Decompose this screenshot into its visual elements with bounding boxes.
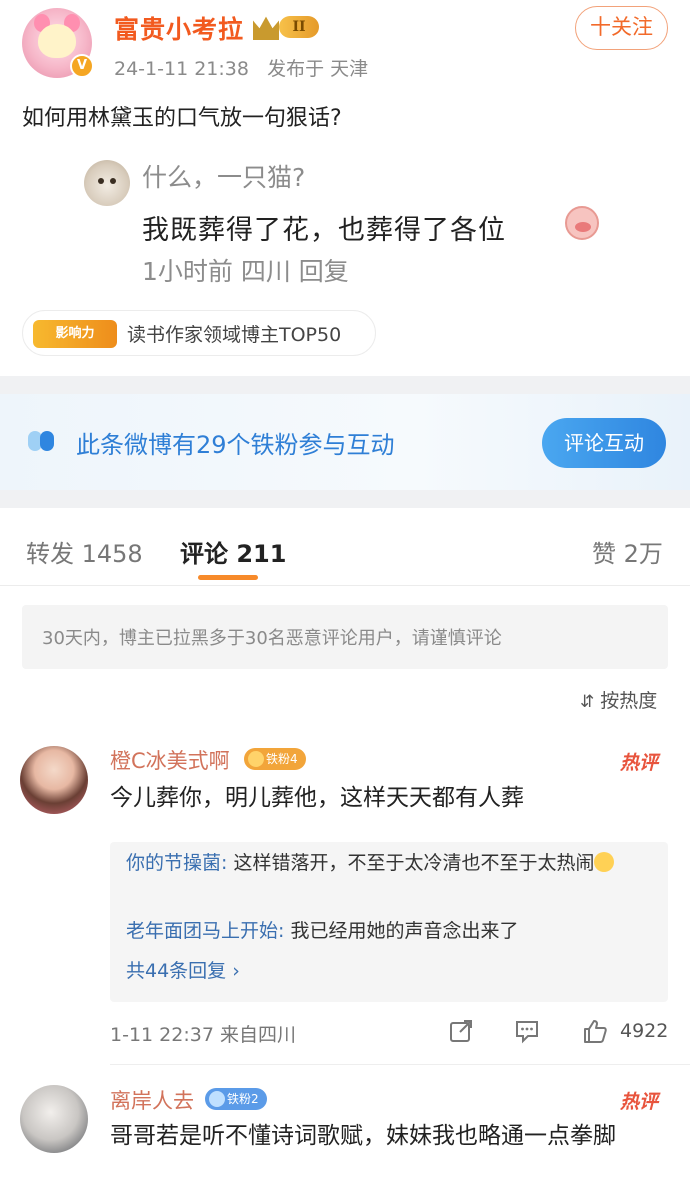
comment-interact-button[interactable]: 评论互动 xyxy=(542,418,666,468)
quoted-user-name[interactable]: 什么，一只猫? xyxy=(142,158,305,194)
grin-emoji-icon xyxy=(594,852,615,872)
influence-text: 读书作家领域博主TOP50 xyxy=(127,324,342,346)
reply-text: 我已经用她的声音念出来了 xyxy=(284,920,519,942)
post-text: 如何用林黛玉的口气放一句狠话? xyxy=(22,106,342,131)
iron-fan-level: 铁粉4 xyxy=(266,752,298,766)
tab-repost[interactable]: 转发 1458 xyxy=(26,534,143,569)
sort-label: 按热度 xyxy=(600,690,658,712)
comment-divider xyxy=(110,1064,690,1065)
tab-likes[interactable]: 赞 2万 xyxy=(592,534,663,569)
member-level-badge: II xyxy=(253,14,319,40)
share-icon[interactable] xyxy=(448,1018,474,1044)
post-meta: 24-1-11 21:38 发布于 天津 xyxy=(114,54,368,81)
tabs-divider xyxy=(0,585,690,586)
post-timestamp: 24-1-11 21:38 xyxy=(114,58,249,80)
quoted-user-avatar[interactable] xyxy=(84,160,130,206)
commenter-avatar[interactable] xyxy=(20,746,88,814)
post-location-prefix: 发布于 xyxy=(267,58,325,80)
quoted-meta: 1小时前 四川 回复 xyxy=(142,257,349,286)
hot-comment-tag: 热评 xyxy=(620,752,659,774)
tab-comments[interactable]: 评论 211 xyxy=(180,534,286,569)
avatar-character xyxy=(38,24,76,58)
section-divider xyxy=(0,376,690,394)
iron-fans-icon xyxy=(28,431,58,451)
post-location: 天津 xyxy=(330,58,369,80)
reply-item[interactable]: 老年面团马上开始: 我已经用她的声音念出来了 xyxy=(126,916,650,946)
quoted-text: 我既葬得了花，也葬得了各位 xyxy=(142,215,506,246)
commenter-name[interactable]: 离岸人去 xyxy=(110,1085,194,1115)
blocklist-notice: 30天内，博主已拉黑多于30名恶意评论用户，请谨慎评论 xyxy=(22,605,668,669)
commenter-name[interactable]: 橙C冰美式啊 xyxy=(110,745,230,775)
verified-badge-icon: V xyxy=(70,54,94,78)
comment-icon[interactable] xyxy=(514,1018,540,1044)
section-divider xyxy=(0,490,690,508)
hot-comment-tag: 热评 xyxy=(620,1091,659,1113)
iron-fan-level: 铁粉2 xyxy=(227,1092,259,1106)
iron-fans-text: 此条微博有29个铁粉参与互动 xyxy=(76,431,395,459)
influence-tag: 影响力 xyxy=(33,320,117,348)
iron-fan-badge: 铁粉2 xyxy=(205,1088,267,1110)
member-level-text: II xyxy=(279,16,319,38)
reply-text: 这样错落开，不至于太冷清也不至于太热闹 xyxy=(227,852,595,874)
comment-text: 哥哥若是听不懂诗词歌赋，妹妹我也略通一点拳脚 xyxy=(110,1123,616,1149)
sort-by-hot-button[interactable]: ⇵ 按热度 xyxy=(580,686,657,713)
thumbs-up-icon[interactable] xyxy=(582,1018,608,1044)
comment-text: 今儿葬你，明儿葬他，这样天天都有人葬 xyxy=(110,785,524,811)
reply-thread[interactable]: 你的节操菌: 这样错落开，不至于太冷清也不至于太热闹 老年面团马上开始: 我已经… xyxy=(110,842,668,1002)
comment-meta: 1-11 22:37 来自四川 xyxy=(110,1024,296,1046)
pig-emoji-icon xyxy=(565,206,599,240)
more-replies-link[interactable]: 共44条回复 › xyxy=(126,956,240,983)
influence-badge[interactable]: 影响力 读书作家领域博主TOP50 xyxy=(22,310,376,356)
like-count: 4922 xyxy=(620,1020,669,1042)
iron-fan-badge: 铁粉4 xyxy=(244,748,306,770)
diamond-icon xyxy=(209,1091,225,1107)
reply-item[interactable]: 你的节操菌: 这样错落开，不至于太冷清也不至于太热闹 xyxy=(126,848,650,878)
crown-icon xyxy=(248,751,264,767)
author-name[interactable]: 富贵小考拉 xyxy=(114,10,244,46)
commenter-avatar[interactable] xyxy=(20,1085,88,1153)
active-tab-indicator xyxy=(198,575,258,580)
crown-icon xyxy=(253,16,279,40)
reply-user-name[interactable]: 老年面团马上开始: xyxy=(126,920,284,942)
sort-icon: ⇵ xyxy=(580,692,595,712)
notice-text: 30天内，博主已拉黑多于30名恶意评论用户，请谨慎评论 xyxy=(42,628,502,649)
reply-user-name[interactable]: 你的节操菌: xyxy=(126,852,227,874)
follow-button[interactable]: 十关注 xyxy=(575,6,668,50)
